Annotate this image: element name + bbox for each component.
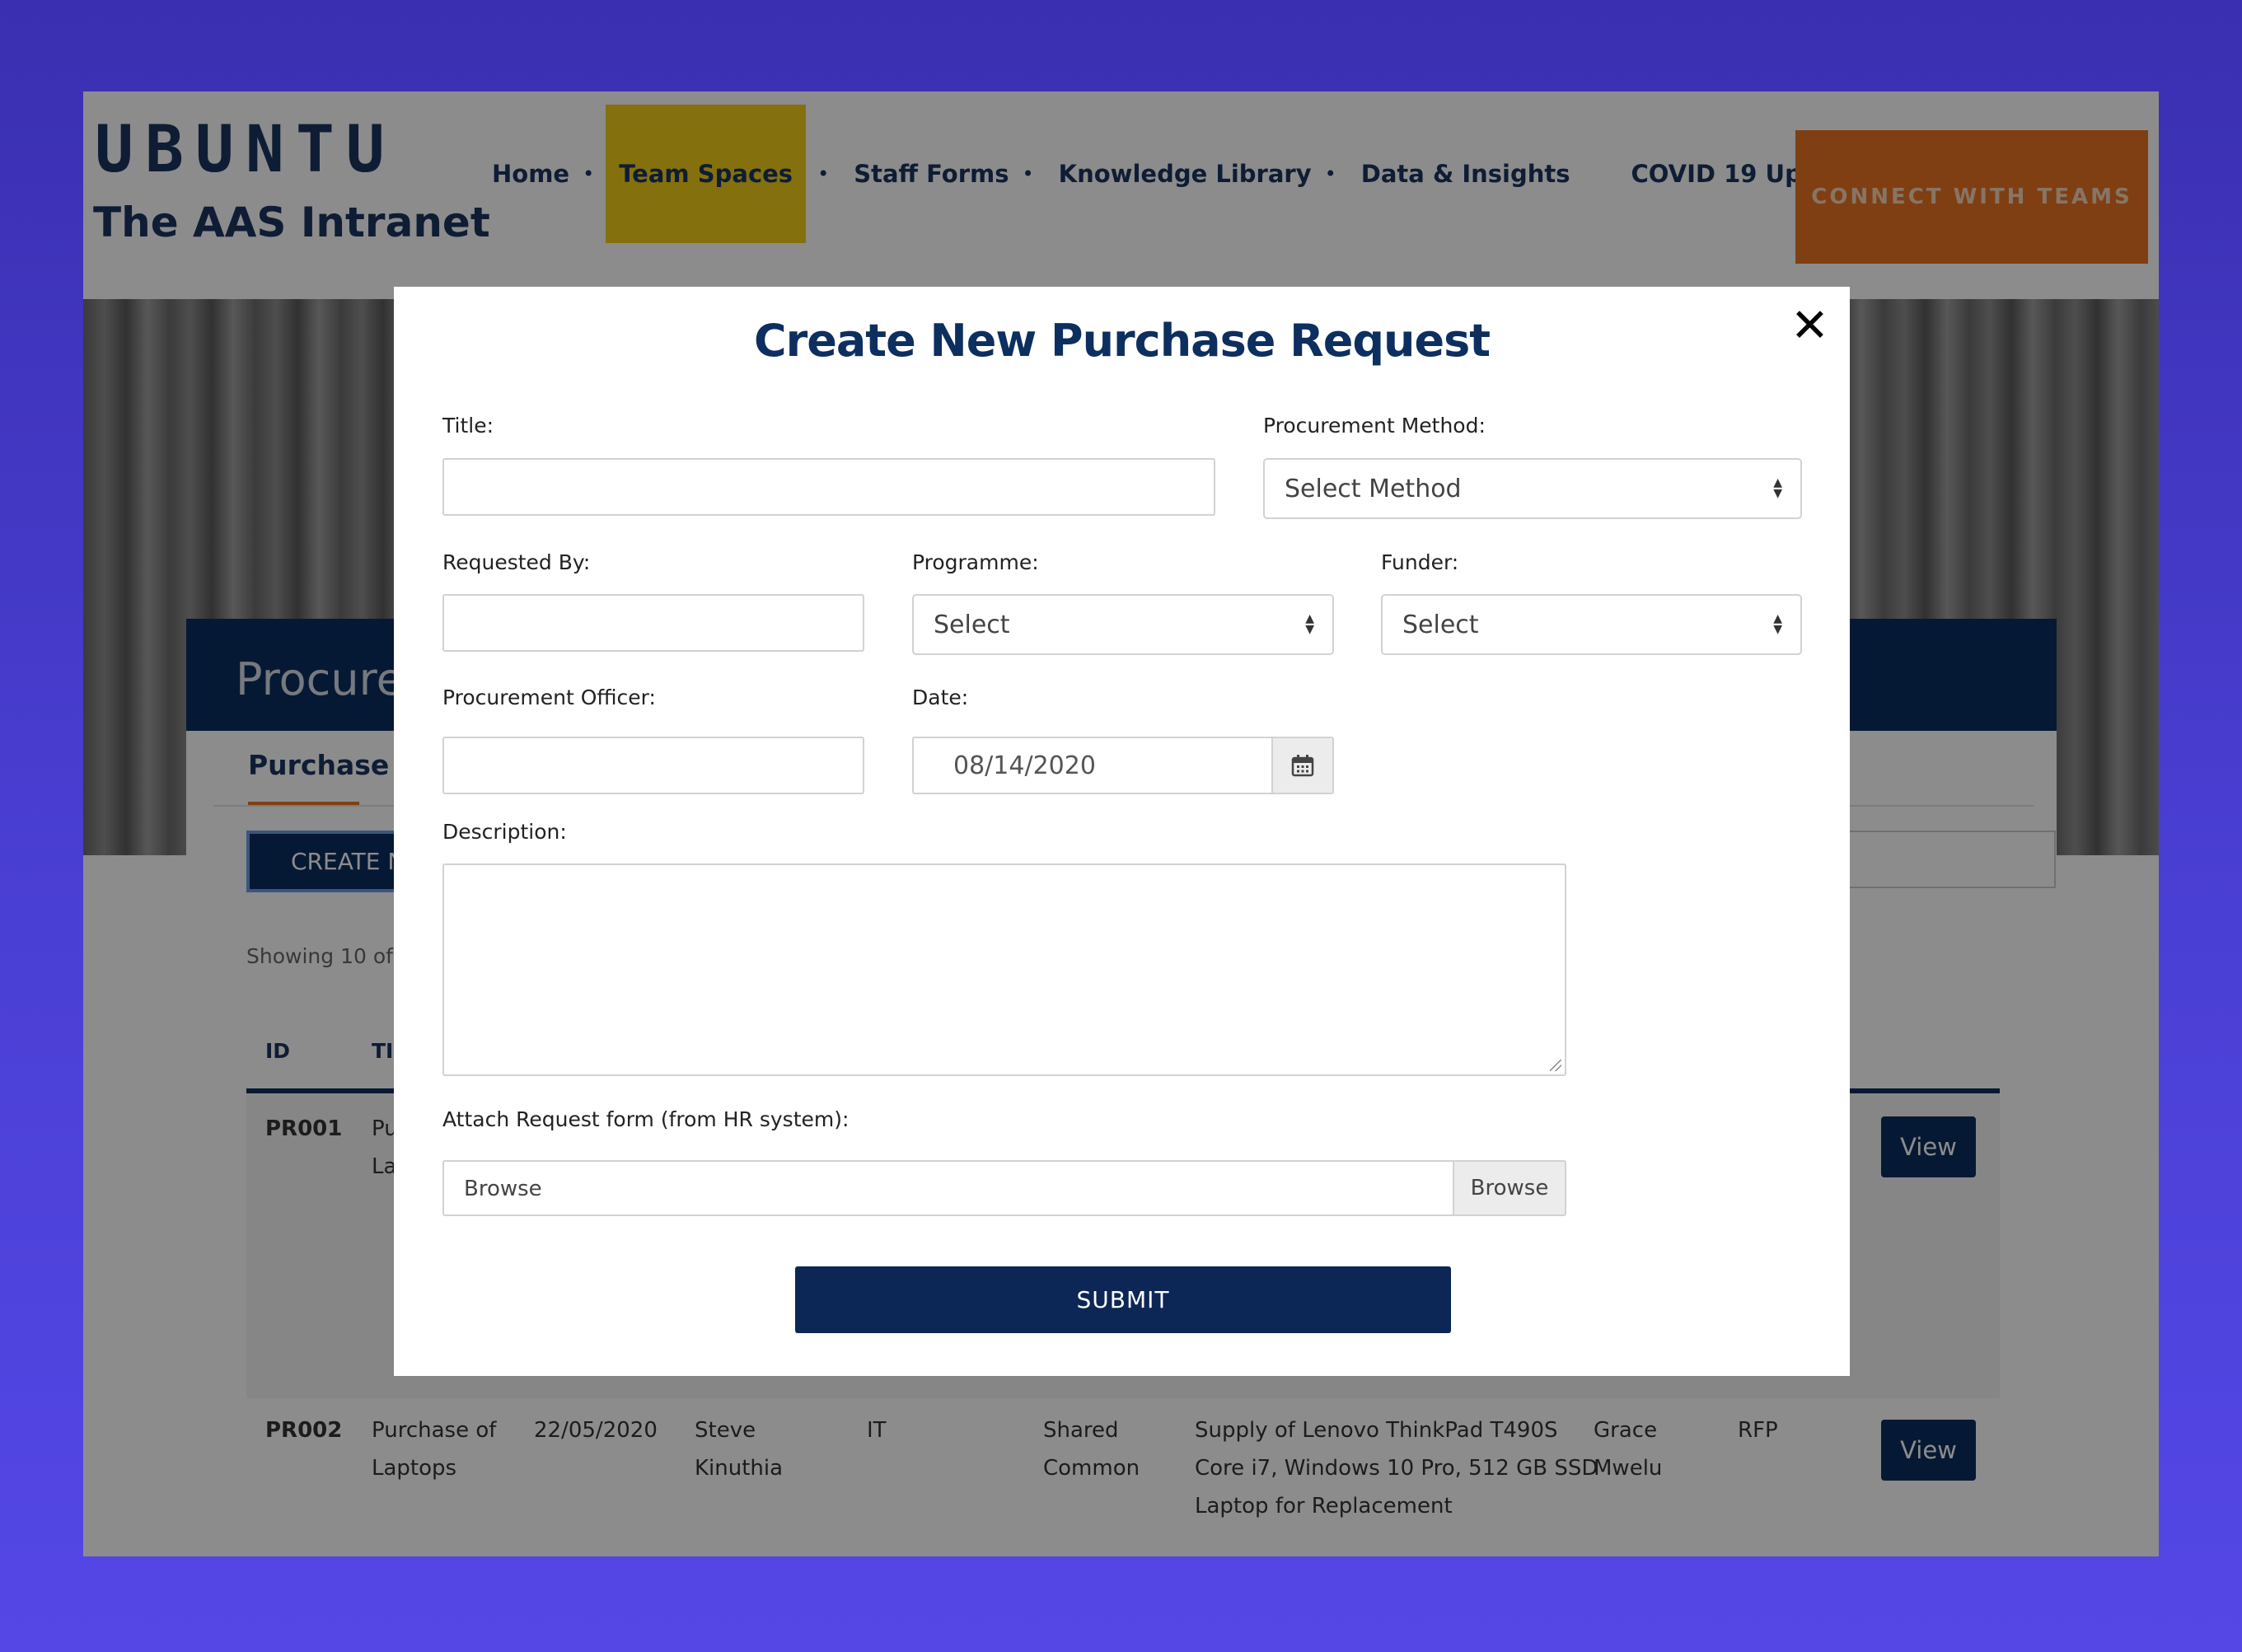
select-arrows-icon: ▲ ▼ xyxy=(1773,476,1782,500)
title-label: Title: xyxy=(442,414,494,438)
browser-frame: UBUNTU The AAS Intranet Home • Team Spac… xyxy=(83,91,2159,1556)
calendar-icon[interactable] xyxy=(1271,738,1332,793)
date-value: 08/14/2020 xyxy=(953,751,1096,780)
funder-select[interactable]: Select ▲ ▼ xyxy=(1381,594,1802,655)
funder-value: Select xyxy=(1402,610,1479,639)
date-input[interactable]: 08/14/2020 xyxy=(912,737,1334,794)
description-label: Description: xyxy=(442,820,567,844)
procurement-officer-input[interactable] xyxy=(442,737,864,794)
procurement-method-label: Procurement Method: xyxy=(1263,414,1486,438)
attach-placeholder: Browse xyxy=(464,1177,542,1201)
resize-handle-icon[interactable] xyxy=(1550,1060,1561,1071)
close-icon[interactable]: ✕ xyxy=(1790,303,1829,349)
procurement-method-select[interactable]: Select Method ▲ ▼ xyxy=(1263,458,1802,519)
title-input[interactable] xyxy=(442,458,1215,516)
programme-value: Select xyxy=(934,610,1010,639)
select-arrows-icon: ▲ ▼ xyxy=(1773,612,1782,636)
submit-button[interactable]: SUBMIT xyxy=(795,1266,1451,1333)
attach-file-input[interactable]: Browse Browse xyxy=(442,1160,1566,1216)
programme-select[interactable]: Select ▲ ▼ xyxy=(912,594,1334,655)
procurement-method-value: Select Method xyxy=(1285,474,1462,503)
select-arrows-icon: ▲ ▼ xyxy=(1305,612,1314,636)
browse-button[interactable]: Browse xyxy=(1453,1162,1565,1214)
purchase-request-modal: Create New Purchase Request ✕ Title: Pro… xyxy=(394,287,1850,1376)
description-textarea[interactable] xyxy=(442,863,1566,1076)
programme-label: Programme: xyxy=(912,550,1039,574)
requested-by-input[interactable] xyxy=(442,594,864,652)
requested-by-label: Requested By: xyxy=(442,550,591,574)
procurement-officer-label: Procurement Officer: xyxy=(442,686,656,709)
funder-label: Funder: xyxy=(1381,550,1459,574)
modal-title: Create New Purchase Request xyxy=(753,315,1491,367)
date-label: Date: xyxy=(912,686,969,709)
attach-label: Attach Request form (from HR system): xyxy=(442,1107,850,1131)
